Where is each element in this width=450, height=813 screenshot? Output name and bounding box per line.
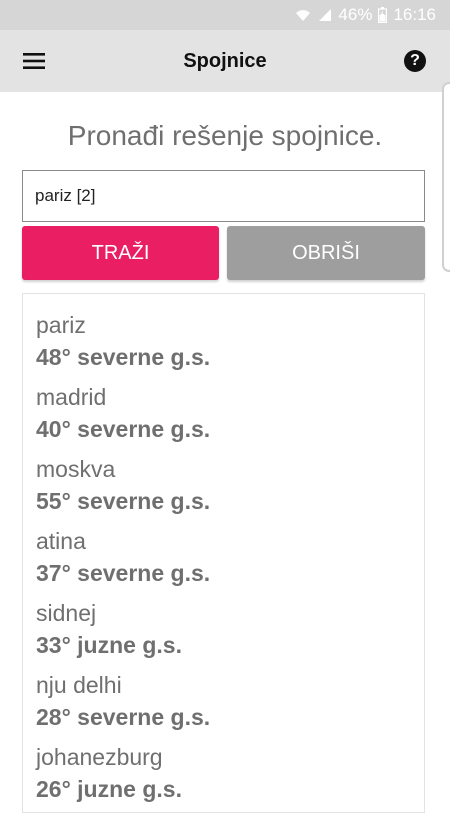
menu-button[interactable] xyxy=(18,47,50,75)
clock: 16:16 xyxy=(393,5,436,24)
status-bar: 46% 16:16 xyxy=(0,0,450,30)
result-latitude: 37° severne g.s. xyxy=(36,560,211,586)
menu-icon xyxy=(23,53,45,69)
result-latitude: 28° severne g.s. xyxy=(36,704,211,730)
result-latitude: 55° severne g.s. xyxy=(36,488,211,514)
result-city: atina xyxy=(36,528,86,554)
result-item: atina 37° severne g.s. xyxy=(36,526,424,589)
result-city: pariz xyxy=(36,312,86,338)
result-item: nju delhi 28° severne g.s. xyxy=(36,670,424,733)
clear-button[interactable]: OBRIŠI xyxy=(227,226,425,280)
search-button[interactable]: TRAŽI xyxy=(22,226,219,280)
status-indicators: 46% 16:16 xyxy=(295,0,436,30)
result-item: madrid 40° severne g.s. xyxy=(36,382,424,445)
result-item: sidnej 33° juzne g.s. xyxy=(36,598,424,661)
search-input[interactable] xyxy=(22,170,425,222)
result-city: moskva xyxy=(36,456,116,482)
wifi-icon xyxy=(295,8,311,22)
results-list[interactable]: pariz 48° severne g.s. madrid 40° severn… xyxy=(22,293,425,813)
result-latitude: 40° severne g.s. xyxy=(36,416,211,442)
battery-icon xyxy=(378,7,388,23)
result-city: madrid xyxy=(36,384,107,410)
result-city: johanezburg xyxy=(36,744,163,770)
help-icon: ? xyxy=(410,52,420,69)
page-heading: Pronađi rešenje spojnice. xyxy=(67,120,383,151)
result-latitude: 26° juzne g.s. xyxy=(36,776,182,802)
battery-level: 46% xyxy=(338,5,373,24)
signal-icon xyxy=(317,8,332,22)
result-item: johanezburg 26° juzne g.s. xyxy=(36,742,424,805)
result-latitude: 33° juzne g.s. xyxy=(36,632,182,658)
result-city: nju delhi xyxy=(36,672,122,698)
app-title: Spojnice xyxy=(183,50,267,72)
result-city: sidnej xyxy=(36,600,97,626)
result-item: moskva 55° severne g.s. xyxy=(36,454,424,517)
help-button[interactable]: ? xyxy=(404,50,426,72)
result-item: pariz 48° severne g.s. xyxy=(36,310,424,373)
result-latitude: 48° severne g.s. xyxy=(36,344,211,370)
drawer-handle[interactable] xyxy=(442,82,450,272)
app-bar: Spojnice ? xyxy=(0,30,450,92)
